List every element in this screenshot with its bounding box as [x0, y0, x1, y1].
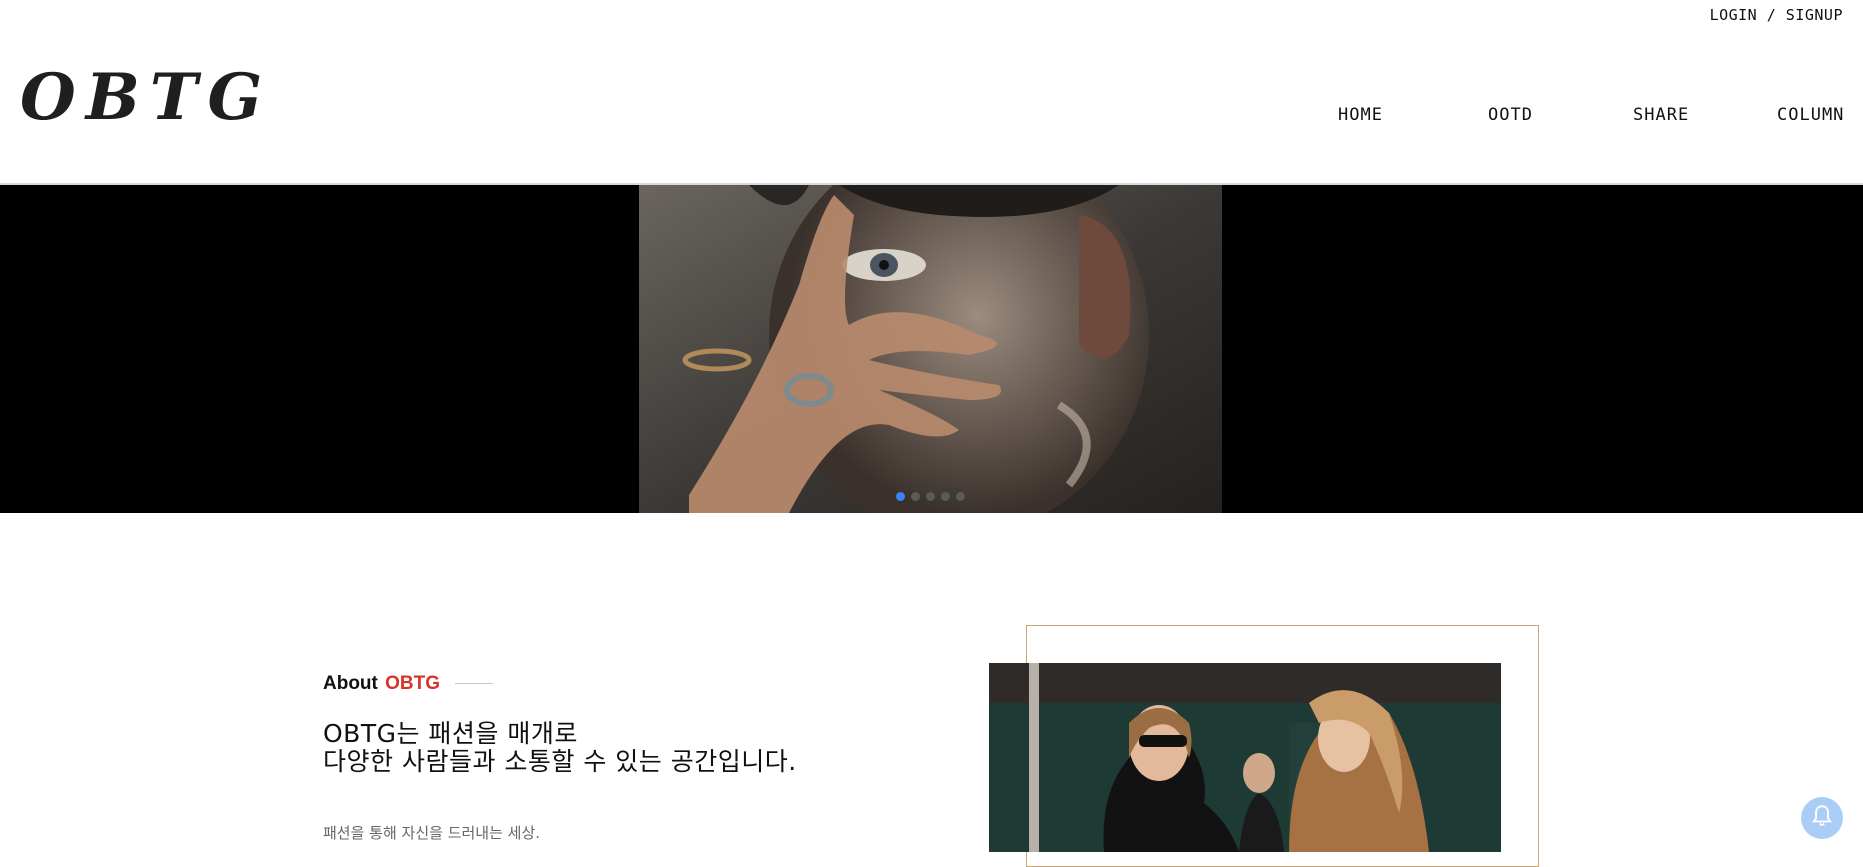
bell-icon	[1809, 803, 1835, 833]
notification-button[interactable]	[1801, 797, 1843, 839]
nav-ootd[interactable]: OOTD	[1488, 105, 1533, 125]
login-signup-link[interactable]: LOGIN / SIGNUP	[1710, 6, 1843, 24]
carousel-dot-4[interactable]	[941, 492, 950, 501]
about-heading: About OBTG	[323, 673, 494, 695]
carousel-dot-1[interactable]	[896, 492, 905, 501]
about-heading-prefix: About	[323, 673, 378, 694]
carousel-dot-2[interactable]	[911, 492, 920, 501]
about-photo	[989, 663, 1501, 852]
nav-home[interactable]: HOME	[1338, 105, 1383, 125]
heading-rule	[455, 683, 494, 685]
carousel-dot-3[interactable]	[926, 492, 935, 501]
main-nav: HOME OOTD SHARE COLUMN	[0, 105, 1863, 127]
nav-column[interactable]: COLUMN	[1777, 105, 1844, 125]
about-heading-brand: OBTG	[385, 673, 441, 694]
hero-carousel	[0, 185, 1863, 513]
carousel-dots	[896, 492, 965, 501]
about-description: 패션을 통해 자신을 드러내는 세상.	[323, 824, 541, 842]
carousel-dot-5[interactable]	[956, 492, 965, 501]
hero-slide-image	[639, 185, 1222, 513]
about-intro-line-2: 다양한 사람들과 소통할 수 있는 공간입니다.	[323, 747, 797, 776]
nav-share[interactable]: SHARE	[1633, 105, 1689, 125]
